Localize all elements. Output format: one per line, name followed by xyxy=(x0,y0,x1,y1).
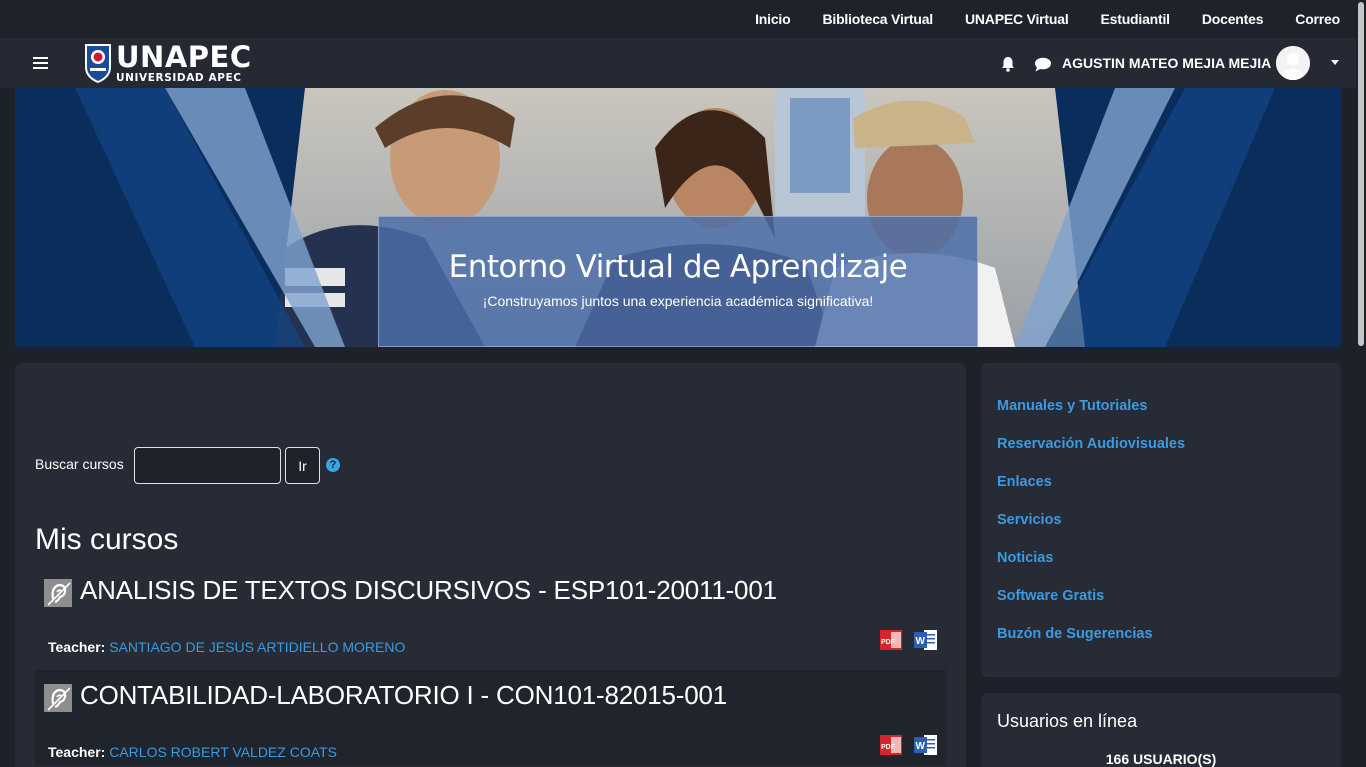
sidebar-link-software[interactable]: Software Gratis xyxy=(997,588,1104,604)
sidebar-link-noticias[interactable]: Noticias xyxy=(997,550,1053,566)
sidebar-link-reservacion[interactable]: Reservación Audiovisuales xyxy=(997,436,1185,452)
teacher-name-link[interactable]: SANTIAGO DE JESUS ARTIDIELLO MORENO xyxy=(109,639,405,655)
main-navbar: UNAPEC UNIVERSIDAD APEC AGUSTIN MATEO ME… xyxy=(0,38,1366,88)
course-item: CONTABILIDAD-LABORATORIO I - CON101-8201… xyxy=(35,670,946,766)
sidebar-link-enlaces[interactable]: Enlaces xyxy=(997,474,1052,490)
hero-title: Entorno Virtual de Aprendizaje xyxy=(448,249,908,285)
unapec-logo[interactable]: UNAPEC UNIVERSIDAD APEC xyxy=(84,43,252,84)
pdf-icon[interactable]: PDF xyxy=(880,629,904,651)
help-question-icon[interactable]: ? xyxy=(326,458,340,472)
page-scrollbar[interactable] xyxy=(1356,0,1366,767)
top-utility-bar: Inicio Biblioteca Virtual UNAPEC Virtual… xyxy=(0,0,1366,38)
search-courses-input[interactable] xyxy=(134,447,281,484)
top-link-correo[interactable]: Correo xyxy=(1295,11,1340,27)
sidebar-links-list: Manuales y Tutoriales Reservación Audiov… xyxy=(997,397,1185,663)
course-title-link[interactable]: CONTABILIDAD-LABORATORIO I - CON101-8201… xyxy=(80,680,727,711)
word-document-icon[interactable]: W xyxy=(914,734,938,756)
course-teacher: Teacher: SANTIAGO DE JESUS ARTIDIELLO MO… xyxy=(48,639,405,655)
shield-logo-icon xyxy=(85,44,111,84)
online-users-title: Usuarios en línea xyxy=(997,711,1138,731)
sidebar-link-sugerencias[interactable]: Buzón de Sugerencias xyxy=(997,626,1153,642)
menu-toggle-icon[interactable] xyxy=(33,57,48,69)
chat-bubble-icon[interactable] xyxy=(1034,57,1052,72)
logo-main-text: UNAPEC xyxy=(116,40,252,74)
top-link-docentes[interactable]: Docentes xyxy=(1202,11,1264,27)
search-courses-label: Buscar cursos xyxy=(35,456,124,472)
pdf-icon[interactable]: PDF xyxy=(880,734,904,756)
hero-subtitle: ¡Construyamos juntos una experiencia aca… xyxy=(482,293,874,309)
teacher-label: Teacher: xyxy=(48,639,106,655)
main-content-card: Buscar cursos Ir ? Mis cursos ANALISIS D… xyxy=(15,363,966,767)
top-links: Inicio Biblioteca Virtual UNAPEC Virtual… xyxy=(755,11,1340,27)
teacher-label: Teacher: xyxy=(48,744,106,760)
online-users-panel: Usuarios en línea 166 USUARIO(S) xyxy=(981,693,1341,767)
bell-icon[interactable] xyxy=(1000,56,1016,72)
hero-banner: Entorno Virtual de Aprendizaje ¡Construy… xyxy=(15,88,1341,347)
svg-text:PDF: PDF xyxy=(881,744,896,751)
default-avatar-icon xyxy=(1276,46,1310,80)
user-name[interactable]: AGUSTIN MATEO MEJIA MEJIA xyxy=(1062,55,1271,71)
course-teacher: Teacher: CARLOS ROBERT VALDEZ COATS xyxy=(48,744,337,760)
svg-text:W: W xyxy=(916,636,926,647)
svg-text:W: W xyxy=(916,741,926,752)
teacher-name-link[interactable]: CARLOS ROBERT VALDEZ COATS xyxy=(109,744,337,760)
top-link-estudiantil[interactable]: Estudiantil xyxy=(1101,11,1171,27)
my-courses-heading: Mis cursos xyxy=(35,523,179,556)
course-title-link[interactable]: ANALISIS DE TEXTOS DISCURSIVOS - ESP101-… xyxy=(80,575,777,606)
top-link-inicio[interactable]: Inicio xyxy=(755,11,791,27)
user-menu-chevron-down-icon[interactable] xyxy=(1331,60,1339,65)
logo-sub-text: UNIVERSIDAD APEC xyxy=(116,72,242,84)
sidebar-link-manuales[interactable]: Manuales y Tutoriales xyxy=(997,398,1147,414)
course-item: ANALISIS DE TEXTOS DISCURSIVOS - ESP101-… xyxy=(35,565,946,661)
course-ear-icon[interactable] xyxy=(44,684,72,712)
svg-text:PDF: PDF xyxy=(881,639,896,646)
scrollbar-thumb[interactable] xyxy=(1358,2,1364,346)
top-link-biblioteca-virtual[interactable]: Biblioteca Virtual xyxy=(822,11,933,27)
online-users-count: 166 USUARIO(S) xyxy=(1105,751,1217,767)
word-document-icon[interactable]: W xyxy=(914,629,938,651)
top-link-unapec-virtual[interactable]: UNAPEC Virtual xyxy=(965,11,1069,27)
sidebar-link-servicios[interactable]: Servicios xyxy=(997,512,1062,528)
user-avatar[interactable] xyxy=(1276,46,1310,80)
sidebar-links-panel: Manuales y Tutoriales Reservación Audiov… xyxy=(981,363,1341,677)
course-ear-icon[interactable] xyxy=(44,579,72,607)
search-go-button[interactable]: Ir xyxy=(285,447,320,484)
hero-caption-box: Entorno Virtual de Aprendizaje ¡Construy… xyxy=(378,216,978,347)
